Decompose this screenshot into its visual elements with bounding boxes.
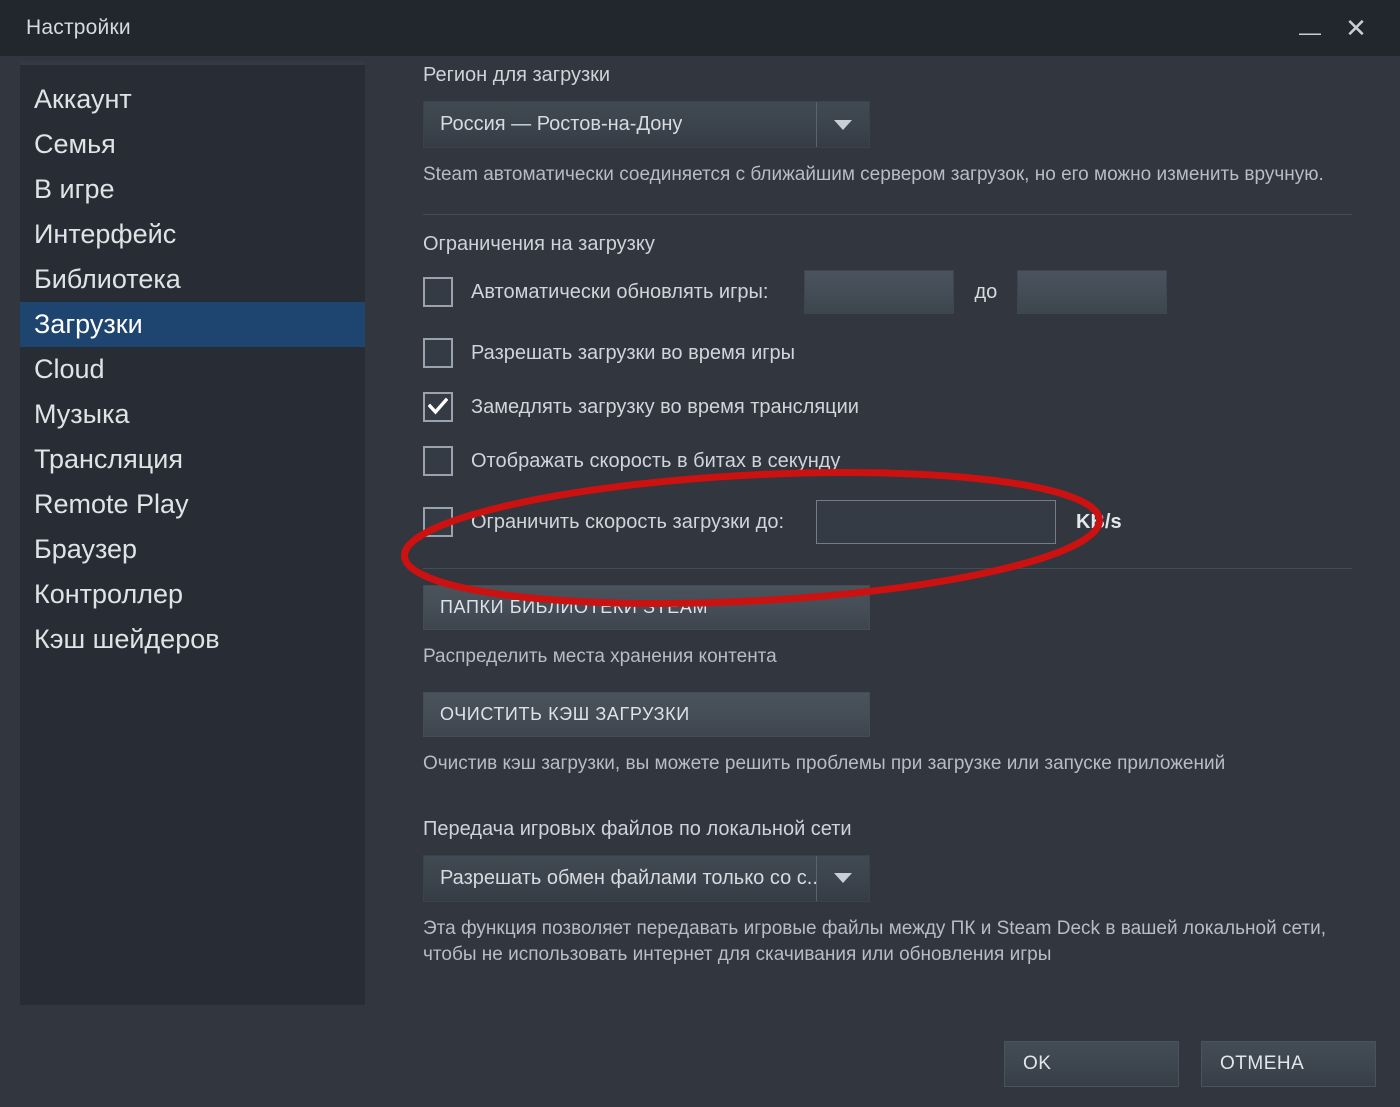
settings-window: Настройки — ✕ Аккаунт Семья В игре Интер…: [0, 0, 1400, 1107]
sidebar-item-label: Загрузки: [34, 309, 143, 339]
clear-download-cache-button[interactable]: ОЧИСТИТЬ КЭШ ЗАГРУЗКИ: [423, 692, 870, 738]
throttle-while-streaming-label: Замедлять загрузку во время трансляции: [471, 395, 859, 418]
sidebar-item-label: Cloud: [34, 354, 105, 384]
downloads-settings-panel: Регион для загрузки Россия — Ростов-на-Д…: [365, 56, 1400, 1021]
chevron-down-icon[interactable]: [816, 102, 869, 147]
allow-downloads-during-play-checkbox[interactable]: [423, 338, 453, 369]
auto-update-label: Автоматически обновлять игры:: [471, 280, 769, 303]
sidebar-item-label: В игре: [34, 174, 115, 204]
sidebar-item-account[interactable]: Аккаунт: [20, 77, 365, 122]
check-icon: [428, 397, 448, 415]
limit-download-speed-input[interactable]: [816, 500, 1057, 545]
sidebar-item-in-game[interactable]: В игре: [20, 167, 365, 212]
show-bits-per-second-row: Отображать скорость в битах в секунду: [423, 446, 1352, 477]
settings-sidebar: Аккаунт Семья В игре Интерфейс Библиотек…: [20, 62, 365, 1005]
auto-update-row: Автоматически обновлять игры: до: [423, 270, 1352, 315]
sidebar-item-label: Remote Play: [34, 489, 189, 519]
show-bits-per-second-label: Отображать скорость в битах в секунду: [471, 449, 841, 472]
limit-download-speed-checkbox[interactable]: [423, 507, 453, 538]
download-region-hint: Steam автоматически соединяется с ближай…: [423, 164, 1324, 185]
sidebar-item-label: Трансляция: [34, 444, 183, 474]
sidebar-item-label: Библиотека: [34, 264, 181, 294]
lan-transfer-hint: Эта функция позволяет передавать игровые…: [423, 917, 1326, 965]
window-body: Аккаунт Семья В игре Интерфейс Библиотек…: [0, 56, 1400, 1021]
sidebar-item-broadcast[interactable]: Трансляция: [20, 437, 365, 482]
limit-download-speed-label: Ограничить скорость загрузки до:: [471, 510, 785, 533]
section-divider: [423, 568, 1352, 570]
minimize-icon[interactable]: —: [1290, 4, 1330, 52]
sidebar-item-cloud[interactable]: Cloud: [20, 347, 365, 392]
window-controls: — ✕: [1290, 4, 1390, 52]
limit-download-speed-row: Ограничить скорость загрузки до: KB/s: [423, 500, 1352, 545]
sidebar-item-label: Аккаунт: [34, 84, 132, 114]
cancel-button[interactable]: ОТМЕНА: [1201, 1041, 1376, 1087]
close-icon[interactable]: ✕: [1336, 8, 1376, 48]
sidebar-item-music[interactable]: Музыка: [20, 392, 365, 437]
auto-update-to-input[interactable]: [1017, 270, 1168, 315]
lan-transfer-heading: Передача игровых файлов по локальной сет…: [423, 817, 852, 840]
throttle-while-streaming-checkbox[interactable]: [423, 392, 453, 423]
allow-downloads-during-play-label: Разрешать загрузки во время игры: [471, 341, 796, 364]
auto-update-between-label: до: [974, 280, 998, 303]
section-divider: [423, 214, 1352, 216]
window-title: Настройки: [26, 16, 131, 39]
download-restrictions-heading: Ограничения на загрузку: [423, 233, 655, 256]
allow-downloads-during-play-row: Разрешать загрузки во время игры: [423, 338, 1352, 369]
sidebar-item-remote-play[interactable]: Remote Play: [20, 482, 365, 527]
ok-button[interactable]: OK: [1004, 1041, 1179, 1087]
sidebar-item-label: Интерфейс: [34, 219, 177, 249]
auto-update-from-input[interactable]: [804, 270, 955, 315]
sidebar-item-downloads[interactable]: Загрузки: [20, 302, 365, 347]
sidebar-item-shader-cache[interactable]: Кэш шейдеров: [20, 617, 365, 662]
clear-cache-hint: Очистив кэш загрузки, вы можете решить п…: [423, 753, 1226, 775]
sidebar-item-library[interactable]: Библиотека: [20, 257, 365, 302]
throttle-while-streaming-row: Замедлять загрузку во время трансляции: [423, 392, 1352, 423]
show-bits-per-second-checkbox[interactable]: [423, 446, 453, 477]
download-region-dropdown[interactable]: Россия — Ростов-на-Дону: [423, 101, 870, 148]
steam-library-folders-button[interactable]: ПАПКИ БИБЛИОТЕКИ STEAM: [423, 585, 870, 631]
sidebar-item-label: Семья: [34, 129, 116, 159]
chevron-down-icon[interactable]: [816, 855, 869, 901]
download-region-heading: Регион для загрузки: [423, 64, 611, 86]
lan-transfer-value: Разрешать обмен файлами только со с..: [440, 866, 818, 889]
sidebar-item-browser[interactable]: Браузер: [20, 527, 365, 572]
sidebar-item-controller[interactable]: Контроллер: [20, 572, 365, 617]
sidebar-item-interface[interactable]: Интерфейс: [20, 212, 365, 257]
lan-transfer-dropdown[interactable]: Разрешать обмен файлами только со с..: [423, 854, 870, 902]
auto-update-checkbox[interactable]: [423, 277, 453, 308]
sidebar-item-label: Браузер: [34, 534, 138, 564]
download-region-value: Россия — Ростов-на-Дону: [440, 113, 683, 135]
sidebar-item-label: Музыка: [34, 399, 130, 429]
title-bar: Настройки — ✕: [0, 0, 1400, 56]
sidebar-item-family[interactable]: Семья: [20, 122, 365, 167]
limit-download-speed-unit: KB/s: [1076, 510, 1122, 533]
sidebar-item-label: Кэш шейдеров: [34, 624, 220, 654]
dialog-footer: OK ОТМЕНА: [0, 1021, 1400, 1107]
sidebar-item-label: Контроллер: [34, 579, 184, 609]
library-folders-hint: Распределить места хранения контента: [423, 646, 777, 668]
